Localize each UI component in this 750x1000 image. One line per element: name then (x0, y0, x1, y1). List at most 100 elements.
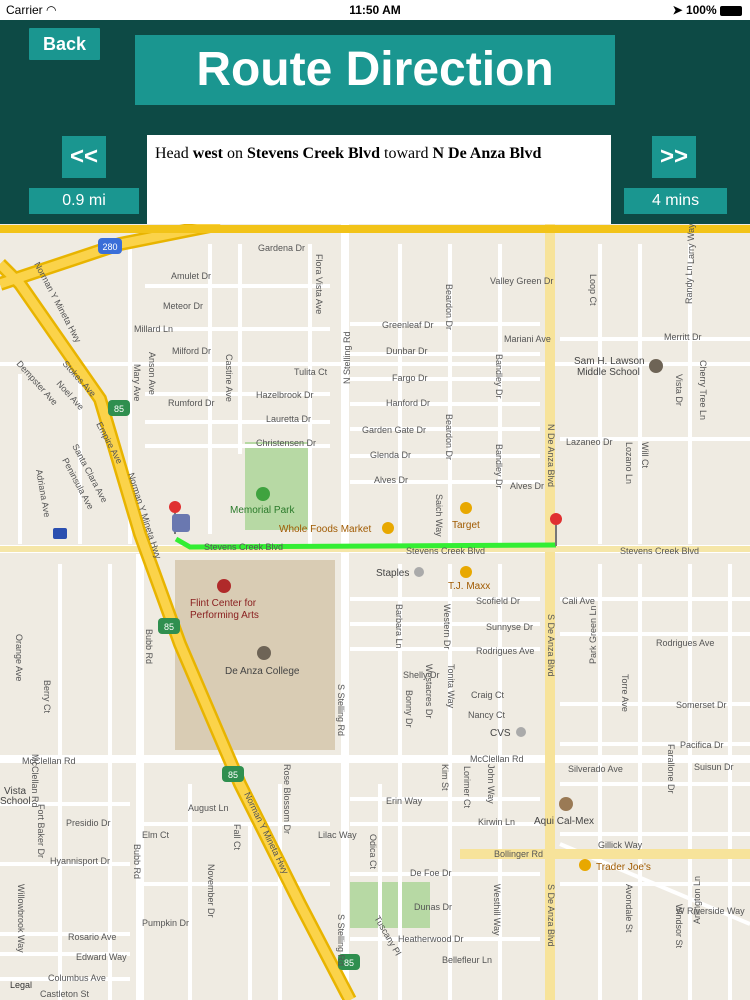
memorial-park-area (245, 442, 310, 530)
svg-text:Avondale St: Avondale St (624, 884, 634, 933)
svg-text:Bellefleur Ln: Bellefleur Ln (442, 955, 492, 965)
poi-trader-joes[interactable]: Trader Joe's (596, 862, 651, 873)
svg-text:Mary Ave: Mary Ave (132, 364, 142, 401)
shopping-icon[interactable] (414, 567, 424, 577)
svg-text:W Riverside Way: W Riverside Way (676, 906, 745, 916)
svg-text:Edward Way: Edward Way (76, 952, 127, 962)
svg-text:Garden Gate Dr: Garden Gate Dr (362, 425, 426, 435)
svg-text:Mariani Ave: Mariani Ave (504, 334, 551, 344)
svg-text:Merritt Dr: Merritt Dr (664, 332, 702, 342)
poi-whole-foods[interactable]: Whole Foods Market (279, 524, 371, 535)
svg-text:Somerset Dr: Somerset Dr (676, 700, 727, 710)
svg-text:Rumford Dr: Rumford Dr (168, 398, 215, 408)
hwy-shield-85: 85 (222, 766, 244, 782)
svg-text:Kim St: Kim St (440, 764, 450, 791)
svg-text:Presidio Dr: Presidio Dr (66, 818, 111, 828)
school-icon[interactable] (257, 646, 271, 660)
svg-text:Tonita Way: Tonita Way (446, 664, 456, 709)
status-bar: Carrier ◠ 11:50 AM ➤ 100% (0, 0, 750, 20)
poi-vista-2[interactable]: School (0, 796, 31, 807)
svg-text:Rodrigues Ave: Rodrigues Ave (656, 638, 714, 648)
pharmacy-icon[interactable] (516, 727, 526, 737)
legal-link[interactable]: Legal (10, 980, 32, 990)
svg-text:Western Dr: Western Dr (442, 604, 452, 649)
poi-aqui[interactable]: Aqui Cal-Mex (534, 816, 594, 827)
svg-text:Windsor St: Windsor St (674, 904, 684, 949)
svg-text:Pumpkin Dr: Pumpkin Dr (142, 918, 189, 928)
svg-text:Gillick Way: Gillick Way (598, 840, 643, 850)
svg-text:Silverado Ave: Silverado Ave (568, 764, 623, 774)
svg-text:Castine Ave: Castine Ave (224, 354, 234, 402)
svg-text:Alves Dr: Alves Dr (374, 475, 408, 485)
svg-text:Bandley Dr: Bandley Dr (494, 444, 504, 489)
svg-text:John Way: John Way (486, 764, 496, 804)
svg-text:Stevens Creek Blvd: Stevens Creek Blvd (204, 542, 283, 552)
next-step-button[interactable]: >> (652, 136, 696, 178)
poi-flint-center-2[interactable]: Performing Arts (190, 610, 259, 621)
theater-icon[interactable] (217, 579, 231, 593)
svg-text:Randy Ln: Randy Ln (684, 265, 694, 304)
previous-step-button[interactable]: << (62, 136, 106, 178)
back-button[interactable]: Back (29, 28, 100, 60)
svg-text:Rodrigues Ave: Rodrigues Ave (476, 646, 534, 656)
poi-staples[interactable]: Staples (376, 568, 409, 579)
svg-text:Lorimer Ct: Lorimer Ct (462, 766, 472, 809)
hwy-shield-85: 85 (108, 400, 130, 416)
svg-text:Gardena Dr: Gardena Dr (258, 243, 305, 253)
svg-text:280: 280 (102, 242, 117, 252)
shopping-icon[interactable] (460, 502, 472, 514)
poi-cvs[interactable]: CVS (490, 728, 511, 739)
svg-text:Tulita Ct: Tulita Ct (294, 367, 328, 377)
svg-text:Beardon Dr: Beardon Dr (444, 284, 454, 330)
shopping-icon[interactable] (382, 522, 394, 534)
svg-text:85: 85 (164, 622, 174, 632)
poi-de-anza-college[interactable]: De Anza College (225, 666, 300, 677)
clock: 11:50 AM (349, 3, 401, 17)
svg-text:Anson Ave: Anson Ave (147, 352, 157, 395)
svg-text:Fall Ct: Fall Ct (232, 824, 242, 851)
svg-text:Millard Ln: Millard Ln (134, 324, 173, 334)
poi-memorial-park[interactable]: Memorial Park (230, 505, 295, 516)
svg-text:Milford Dr: Milford Dr (172, 346, 211, 356)
svg-text:Larry Way: Larry Way (686, 224, 696, 264)
svg-text:Pacifica Dr: Pacifica Dr (680, 740, 724, 750)
svg-text:Berry Ct: Berry Ct (42, 680, 52, 714)
svg-text:Greenleaf Dr: Greenleaf Dr (382, 320, 434, 330)
svg-text:Loop Ct: Loop Ct (588, 274, 598, 306)
svg-text:85: 85 (228, 770, 238, 780)
svg-text:Hanford Dr: Hanford Dr (386, 398, 430, 408)
shopping-icon[interactable] (579, 859, 591, 871)
svg-text:Fargo Dr: Fargo Dr (392, 373, 428, 383)
svg-text:Cali Ave: Cali Ave (562, 596, 595, 606)
shopping-icon[interactable] (460, 566, 472, 578)
restaurant-icon[interactable] (559, 797, 573, 811)
svg-text:Lazaneo Dr: Lazaneo Dr (566, 437, 613, 447)
svg-text:S De Anza Blvd: S De Anza Blvd (546, 884, 556, 947)
mail-icon (53, 528, 67, 539)
svg-text:Columbus Ave: Columbus Ave (48, 973, 106, 983)
svg-text:S Stelling Rd: S Stelling Rd (336, 914, 346, 966)
svg-text:Fort Baker Dr: Fort Baker Dr (36, 804, 46, 858)
school-icon[interactable] (649, 359, 663, 373)
poi-lawson-2[interactable]: Middle School (577, 367, 640, 378)
svg-text:Beardon Dr: Beardon Dr (444, 414, 454, 460)
transit-icon (172, 514, 190, 532)
poi-flint-center-1[interactable]: Flint Center for (190, 598, 257, 609)
battery-indicator: ➤ 100% (673, 3, 742, 17)
route-map[interactable]: 280 85 85 85 85 Memorial Park Whole Food… (0, 224, 750, 1000)
park-icon (256, 487, 270, 501)
svg-text:Craig Ct: Craig Ct (471, 690, 505, 700)
poi-lawson-1[interactable]: Sam H. Lawson (574, 356, 645, 367)
svg-text:Westacres Dr: Westacres Dr (424, 664, 434, 718)
svg-text:Amulet Dr: Amulet Dr (171, 271, 211, 281)
svg-text:Stevens Creek Blvd: Stevens Creek Blvd (406, 546, 485, 556)
svg-text:November Dr: November Dr (206, 864, 216, 918)
hwy-shield-280: 280 (98, 238, 122, 254)
poi-target[interactable]: Target (452, 520, 480, 531)
svg-text:Hazelbrook Dr: Hazelbrook Dr (256, 390, 314, 400)
svg-text:August Ln: August Ln (188, 803, 229, 813)
svg-text:Valley Green Dr: Valley Green Dr (490, 276, 553, 286)
svg-text:De Foe Dr: De Foe Dr (410, 868, 452, 878)
svg-text:McClellan Rd: McClellan Rd (470, 754, 524, 764)
poi-tj-maxx[interactable]: T.J. Maxx (448, 581, 490, 592)
